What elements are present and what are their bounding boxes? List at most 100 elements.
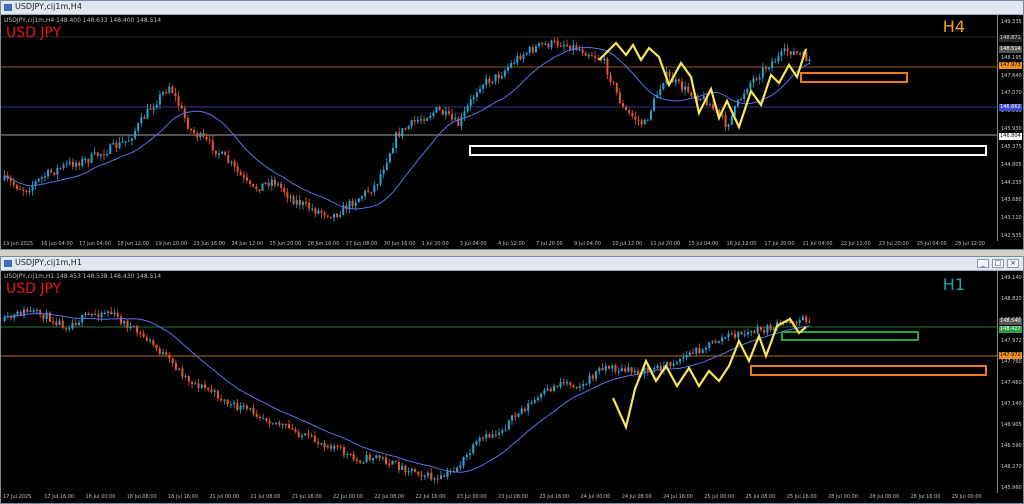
candle-body: [286, 192, 289, 198]
time-scale[interactable]: 13 Jun 2025 16 Jun 04:00 17 Jun 04:00 18 Ju…: [1, 240, 997, 250]
candle-body: [530, 402, 533, 404]
candle-body: [295, 200, 298, 205]
candle-body: [494, 74, 497, 82]
candle-body: [320, 210, 323, 213]
candle-body: [777, 55, 780, 62]
minimize-button[interactable]: _: [977, 259, 989, 268]
candle-body: [404, 128, 407, 130]
time-label: 21 Jul 04:00: [802, 241, 833, 247]
price-label: 147.140: [1001, 401, 1022, 407]
candle-body: [158, 94, 161, 105]
candle-body: [687, 86, 690, 93]
candle-body: [674, 79, 677, 83]
candle-body: [32, 310, 35, 312]
time-label: 23 Jul 08:00: [498, 494, 528, 500]
time-label: 19 Jun 20:00: [155, 241, 188, 247]
candle-body: [97, 314, 100, 318]
candle-body: [556, 385, 559, 387]
candle-body: [294, 429, 297, 432]
candle-body: [180, 105, 183, 109]
candle-body: [74, 323, 77, 325]
candle-body: [407, 126, 410, 130]
candle-body: [78, 162, 81, 166]
candle-body: [365, 454, 368, 463]
candle-body: [485, 78, 488, 86]
price-label: 144.235: [1001, 179, 1022, 186]
candle-body: [261, 183, 264, 191]
candle-body: [283, 187, 286, 193]
time-label: 11 Jul 20:00: [650, 241, 681, 247]
time-label: 3 Jul 04:00: [459, 241, 487, 247]
candle-body: [611, 365, 614, 369]
chart-plot-area[interactable]: USDJPY,cij1m,H1 148.453 148.538 148.430 …: [1, 271, 997, 493]
chart-plot-area[interactable]: USDJPY,cij1m,H4 148.400 148.633 148.400 …: [1, 15, 997, 241]
candle-body: [698, 348, 701, 354]
price-scale[interactable]: 149.140148.820148.305147.972147.760147.4…: [997, 271, 1023, 493]
candle-body: [780, 51, 783, 56]
candlestick-chart: [1, 305, 997, 484]
candle-body: [523, 408, 527, 411]
candle-body: [53, 172, 56, 175]
price-label: 147.460: [1001, 380, 1022, 386]
candle-body: [50, 169, 53, 173]
candle-body: [724, 337, 727, 339]
candle-body: [759, 327, 762, 330]
candle-body: [242, 405, 245, 407]
candle-body: [562, 44, 565, 47]
candle-body: [730, 115, 733, 125]
time-label: 25 Jul 04:00: [916, 241, 947, 247]
candle-body: [346, 453, 349, 455]
candle-body: [37, 178, 40, 182]
candle-body: [746, 88, 749, 94]
candle-body: [766, 325, 769, 333]
candle-body: [702, 95, 705, 99]
window-titlebar[interactable]: USDJPY,cij1m,H1 _ □ ×: [1, 257, 1023, 271]
candle-body: [39, 309, 42, 315]
candle-body: [695, 348, 698, 354]
supply-demand-zone: [750, 365, 987, 376]
candle-body: [264, 182, 267, 184]
candle-body: [287, 424, 291, 429]
candle-body: [634, 116, 637, 120]
candle-body: [498, 432, 501, 435]
candle-body: [87, 158, 90, 163]
candle-body: [258, 189, 261, 191]
candle-body: [100, 313, 103, 318]
zigzag-line: [598, 41, 808, 130]
candle-body: [191, 381, 194, 385]
close-button[interactable]: ×: [1007, 259, 1019, 268]
candle-body: [381, 457, 384, 459]
candle-body: [194, 383, 197, 385]
candle-body: [239, 171, 242, 176]
candle-body: [491, 434, 494, 438]
candle-body: [398, 132, 401, 137]
candle-body: [339, 215, 342, 217]
candle-body: [75, 162, 78, 167]
candle-body: [501, 430, 504, 433]
candle-body: [42, 314, 45, 320]
candle-body: [630, 367, 633, 373]
time-label: 18 Jul 08:00: [126, 494, 157, 500]
candle-body: [304, 433, 307, 436]
maximize-button[interactable]: □: [992, 259, 1004, 268]
candle-body: [456, 467, 459, 472]
candle-body: [207, 387, 210, 390]
candle-body: [29, 310, 32, 312]
candle-body: [113, 313, 116, 315]
candle-body: [746, 332, 750, 335]
candle-body: [311, 208, 314, 210]
candle-body: [584, 52, 587, 56]
window-titlebar[interactable]: USDJPY,cij1m,H4: [1, 1, 1023, 15]
candle-body: [392, 147, 395, 154]
candle-body: [277, 183, 280, 185]
candle-body: [482, 85, 485, 89]
candle-body: [143, 117, 146, 119]
time-scale[interactable]: 17 Jul 2025 17 Jul 16:00 18 Jul 00:00 18 Ju…: [1, 493, 997, 503]
candle-body: [165, 352, 168, 355]
candle-body: [628, 110, 631, 113]
candle-body: [3, 317, 6, 321]
candle-body: [544, 43, 547, 45]
price-scale[interactable]: 149.335148.465148.195147.640147.070146.5…: [997, 15, 1023, 241]
candle-body: [769, 325, 772, 330]
candle-body: [43, 176, 46, 178]
